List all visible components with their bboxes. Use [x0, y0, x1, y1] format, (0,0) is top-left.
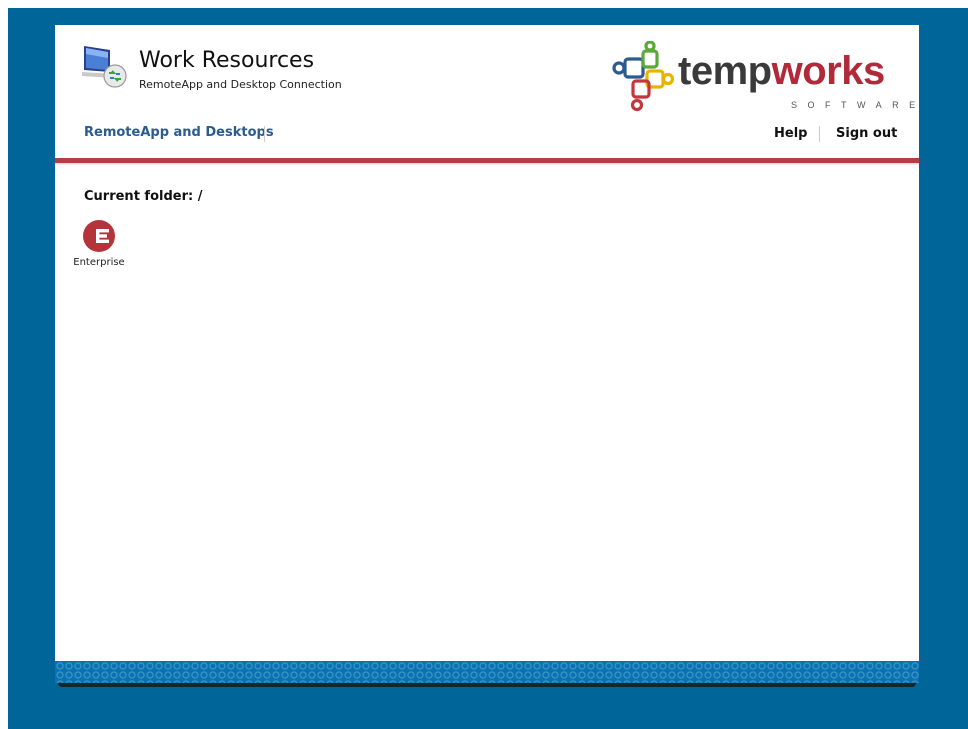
sign-out-link[interactable]: Sign out: [836, 126, 897, 141]
brand-wordmark: tempworks: [678, 49, 885, 94]
puzzle-logo-icon: [612, 41, 675, 112]
brand-name-part2: works: [771, 49, 886, 93]
brand-tagline: SOFTWARE: [791, 100, 926, 110]
current-folder-label: Current folder: /: [84, 189, 203, 204]
page-frame: Work Resources RemoteApp and Desktop Con…: [8, 8, 968, 729]
footer-shadow: [58, 683, 916, 687]
brand-name-part1: temp: [678, 49, 772, 93]
nav-separator: [264, 126, 265, 142]
app-tile-enterprise[interactable]: Enterprise: [69, 219, 129, 279]
remote-desktop-icon: [80, 42, 128, 90]
header-rule-shadow: [55, 163, 919, 166]
app-subtitle: RemoteApp and Desktop Connection: [139, 78, 342, 91]
nav-separator: [819, 126, 820, 142]
app-title: Work Resources: [139, 48, 315, 73]
main-panel: Work Resources RemoteApp and Desktop Con…: [55, 25, 919, 661]
help-link[interactable]: Help: [774, 126, 807, 141]
footer-band: [55, 661, 919, 683]
tempworks-logo: tempworks SOFTWARE: [611, 41, 915, 113]
app-tile-label: Enterprise: [73, 257, 125, 268]
enterprise-app-icon: [83, 220, 115, 252]
nav-remoteapp-desktops[interactable]: RemoteApp and Desktops: [84, 125, 274, 140]
